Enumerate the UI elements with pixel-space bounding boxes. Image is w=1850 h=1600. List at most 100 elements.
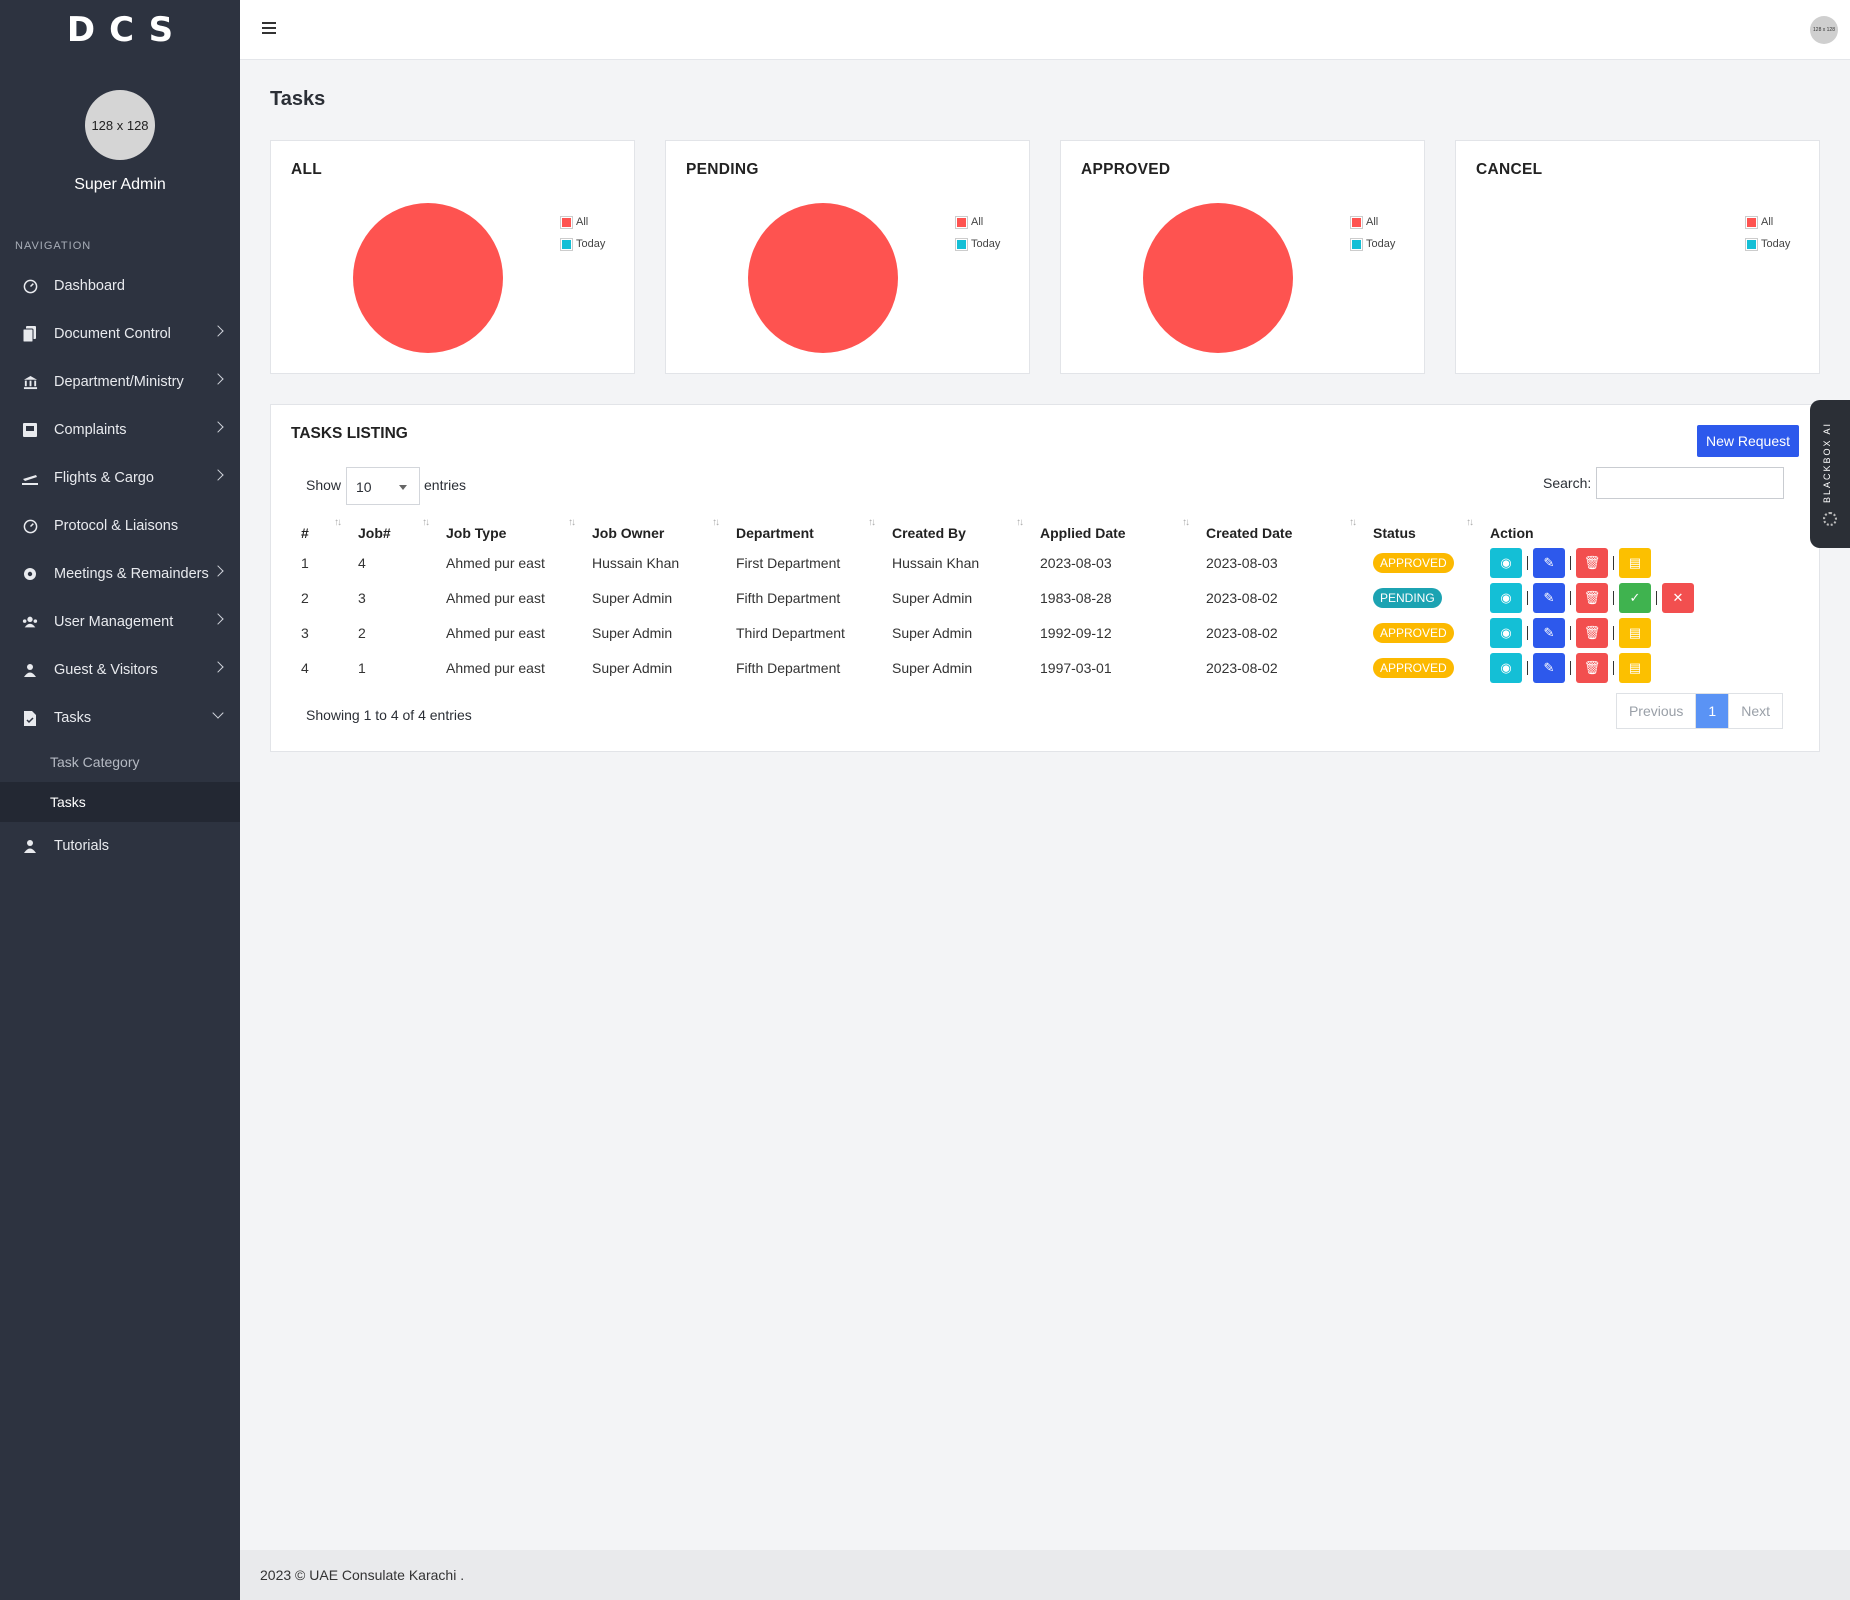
legend-item-today[interactable]: Today	[560, 233, 605, 255]
sidebar-item-tutorials[interactable]: Tutorials	[0, 822, 240, 870]
blackbox-ai-tab[interactable]: BLACKBOX AI	[1810, 400, 1850, 548]
user-avatar[interactable]: 128 x 128	[1810, 16, 1838, 44]
sidebar-item-label: Meetings & Remainders	[54, 566, 209, 582]
sidebar-item-document-control[interactable]: Document Control	[0, 310, 240, 358]
edit-icon: ✎	[1543, 554, 1555, 570]
pagination-previous[interactable]: Previous	[1616, 694, 1696, 728]
sidebar-item-protocol-liaisons[interactable]: Protocol & Liaisons	[0, 502, 240, 550]
sidebar-subitem-task-category[interactable]: Task Category	[0, 742, 240, 782]
task-file-icon	[22, 710, 38, 726]
cell-department: Third Department	[736, 624, 845, 641]
sidebar-subitem-tasks[interactable]: Tasks	[0, 782, 240, 822]
sidebar-item-meetings-remainders[interactable]: Meetings & Remainders	[0, 550, 240, 598]
legend-item-today[interactable]: Today	[1745, 233, 1791, 255]
edit-button[interactable]: ✎	[1533, 652, 1565, 683]
file-button[interactable]: ▤	[1619, 652, 1651, 683]
legend-swatch	[1745, 215, 1758, 229]
sidebar-item-dashboard[interactable]: Dashboard	[0, 262, 240, 310]
column-header-job-type[interactable]: Job Type ↑↓	[446, 515, 592, 545]
legend-item-today[interactable]: Today	[1350, 233, 1395, 255]
cell-created-by: Super Admin	[892, 624, 973, 641]
sparkle-icon	[1823, 512, 1837, 526]
pagination-next[interactable]: Next	[1728, 694, 1782, 728]
legend-label: Today	[1761, 238, 1791, 250]
card-title: APPROVED	[1081, 161, 1171, 178]
pagination-page-1[interactable]: 1	[1695, 694, 1729, 728]
column-header-created-date[interactable]: Created Date ↑↓	[1206, 515, 1373, 545]
cell-actions: ◉ ✎ 🗑 ✓ ✕	[1490, 580, 1801, 615]
chart-legend: All Today	[1350, 211, 1395, 255]
table-row: 1 4 Ahmed pur east Hussain Khan First De…	[301, 545, 1801, 580]
cell-job-owner: Super Admin	[592, 624, 673, 641]
search-input[interactable]	[1596, 467, 1784, 499]
view-button[interactable]: ◉	[1490, 547, 1522, 578]
sidebar-item-flights-cargo[interactable]: Flights & Cargo	[0, 454, 240, 502]
status-badge: PENDING	[1373, 587, 1442, 608]
pie-chart	[748, 203, 898, 353]
view-button[interactable]: ◉	[1490, 652, 1522, 683]
table-row: 3 2 Ahmed pur east Super Admin Third Dep…	[301, 615, 1801, 650]
column-header-number[interactable]: # ↑↓	[301, 515, 358, 545]
legend-item-all[interactable]: All	[955, 211, 1000, 233]
listing-title: TASKS LISTING	[291, 425, 408, 442]
page-size-select[interactable]: 10	[346, 467, 420, 505]
edit-button[interactable]: ✎	[1533, 547, 1565, 578]
hamburger-menu-icon[interactable]	[262, 22, 276, 34]
legend-swatch	[955, 237, 968, 251]
delete-button[interactable]: 🗑	[1576, 582, 1608, 613]
sidebar-item-guest-visitors[interactable]: Guest & Visitors	[0, 646, 240, 694]
legend-item-today[interactable]: Today	[955, 233, 1000, 255]
sidebar-item-department-ministry[interactable]: Department/Ministry	[0, 358, 240, 406]
column-header-created-by[interactable]: Created By ↑↓	[892, 515, 1040, 545]
pie-chart	[353, 203, 503, 353]
column-header-status[interactable]: Status ↑↓	[1373, 515, 1490, 545]
edit-button[interactable]: ✎	[1533, 617, 1565, 648]
sidebar-item-label: Tutorials	[54, 838, 110, 854]
view-button[interactable]: ◉	[1490, 617, 1522, 648]
edit-button[interactable]: ✎	[1533, 582, 1565, 613]
column-header-applied-date[interactable]: Applied Date ↑↓	[1040, 515, 1206, 545]
card-title: CANCEL	[1476, 161, 1543, 178]
brand-logo[interactable]: DCS	[0, 0, 240, 60]
sort-icon: ↑↓	[1016, 517, 1024, 528]
side-tab-label: BLACKBOX AI	[1822, 422, 1832, 504]
status-badge: APPROVED	[1373, 552, 1454, 573]
cell-job: 1	[358, 659, 366, 676]
eye-icon: ◉	[1500, 624, 1512, 640]
legend-label: All	[1366, 216, 1379, 228]
cell-job-owner: Super Admin	[592, 659, 673, 676]
cell-job-type: Ahmed pur east	[446, 659, 545, 676]
file-button[interactable]: ▤	[1619, 617, 1651, 648]
delete-button[interactable]: 🗑	[1576, 652, 1608, 683]
delete-button[interactable]: 🗑	[1576, 547, 1608, 578]
delete-button[interactable]: 🗑	[1576, 617, 1608, 648]
legend-item-all[interactable]: All	[1745, 211, 1790, 233]
stat-card-cancel: CANCEL All Today	[1455, 140, 1820, 374]
file-button[interactable]: ▤	[1619, 547, 1651, 578]
legend-label: All	[971, 216, 984, 228]
sidebar-item-complaints[interactable]: Complaints	[0, 406, 240, 454]
entries-label: entries	[424, 477, 467, 493]
column-header-job[interactable]: Job# ↑↓	[358, 515, 446, 545]
column-header-job-owner[interactable]: Job Owner ↑↓	[592, 515, 736, 545]
cell-job: 2	[358, 624, 366, 641]
reject-button[interactable]: ✕	[1662, 582, 1694, 613]
legend-item-all[interactable]: All	[560, 211, 605, 233]
sort-icon: ↑↓	[868, 517, 876, 528]
column-header-department[interactable]: Department ↑↓	[736, 515, 892, 545]
legend-item-all[interactable]: All	[1350, 211, 1395, 233]
chevron-right-icon	[212, 661, 224, 673]
sidebar-item-tasks[interactable]: Tasks	[0, 694, 240, 742]
column-header-action: Action	[1490, 525, 1534, 541]
approve-button[interactable]: ✓	[1619, 582, 1651, 613]
sidebar-item-user-management[interactable]: User Management	[0, 598, 240, 646]
avatar[interactable]: 128 x 128	[85, 90, 155, 160]
nav-heading: NAVIGATION	[15, 240, 92, 252]
user-icon	[22, 838, 38, 854]
view-button[interactable]: ◉	[1490, 582, 1522, 613]
file-icon: ▤	[1628, 659, 1642, 675]
sidebar-item-label: Department/Ministry	[54, 374, 184, 390]
cell-status: APPROVED	[1373, 650, 1490, 685]
new-request-button[interactable]: New Request	[1696, 425, 1799, 457]
sort-icon: ↑↓	[1182, 517, 1190, 528]
